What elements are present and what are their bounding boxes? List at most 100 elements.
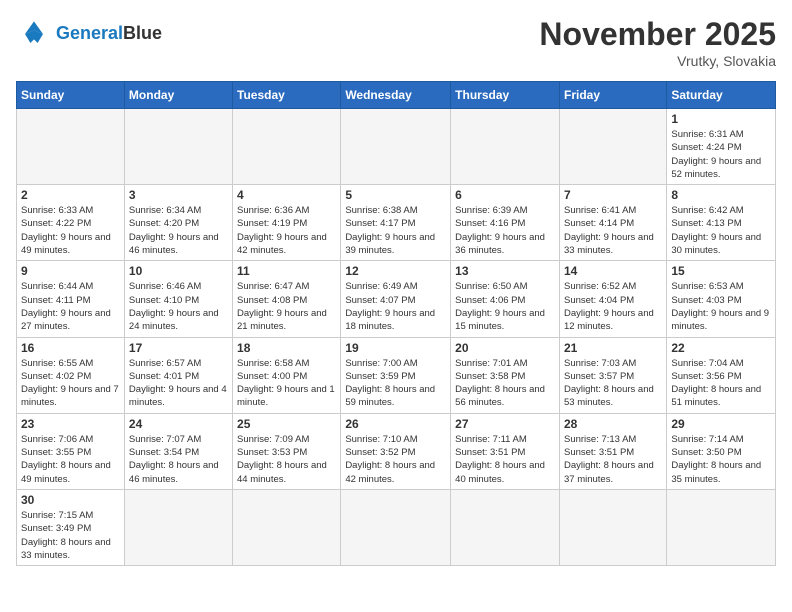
calendar-week-row: 16 Sunrise: 6:55 AM Sunset: 4:02 PM Dayli…: [17, 337, 776, 413]
day-number: 12: [345, 264, 446, 278]
day-info: Sunrise: 6:55 AM Sunset: 4:02 PM Dayligh…: [21, 357, 120, 410]
calendar-week-row: 2Sunrise: 6:33 AM Sunset: 4:22 PM Daylig…: [17, 185, 776, 261]
calendar-cell: 3 Sunrise: 6:34 AM Sunset: 4:20 PM Daylig…: [124, 185, 232, 261]
day-number: 18: [237, 341, 336, 355]
day-info: Sunrise: 7:00 AM Sunset: 3:59 PM Dayligh…: [345, 357, 446, 410]
calendar-cell: [233, 109, 341, 185]
calendar-cell: 1Sunrise: 6:31 AM Sunset: 4:24 PM Daylig…: [667, 109, 776, 185]
calendar-week-row: 30Sunrise: 7:15 AM Sunset: 3:49 PM Dayli…: [17, 489, 776, 565]
calendar-cell: 16 Sunrise: 6:55 AM Sunset: 4:02 PM Dayli…: [17, 337, 125, 413]
day-info: Sunrise: 6:47 AM Sunset: 4:08 PM Dayligh…: [237, 280, 336, 333]
day-info: Sunrise: 7:14 AM Sunset: 3:50 PM Dayligh…: [671, 433, 771, 486]
day-number: 28: [564, 417, 662, 431]
calendar-cell: 18 Sunrise: 6:58 AM Sunset: 4:00 PM Dayli…: [233, 337, 341, 413]
calendar-cell: 10 Sunrise: 6:46 AM Sunset: 4:10 PM Dayli…: [124, 261, 232, 337]
day-number: 16: [21, 341, 120, 355]
weekday-header-saturday: Saturday: [667, 82, 776, 109]
calendar-cell: [559, 109, 666, 185]
day-info: Sunrise: 7:11 AM Sunset: 3:51 PM Dayligh…: [455, 433, 555, 486]
calendar-cell: [124, 489, 232, 565]
day-info: Sunrise: 6:49 AM Sunset: 4:07 PM Dayligh…: [345, 280, 446, 333]
day-info: Sunrise: 7:15 AM Sunset: 3:49 PM Dayligh…: [21, 509, 120, 562]
day-number: 10: [129, 264, 228, 278]
calendar-cell: 13 Sunrise: 6:50 AM Sunset: 4:06 PM Dayli…: [451, 261, 560, 337]
day-info: Sunrise: 6:34 AM Sunset: 4:20 PM Dayligh…: [129, 204, 228, 257]
calendar-cell: 17 Sunrise: 6:57 AM Sunset: 4:01 PM Dayli…: [124, 337, 232, 413]
calendar-cell: [451, 109, 560, 185]
day-number: 3: [129, 188, 228, 202]
weekday-header-sunday: Sunday: [17, 82, 125, 109]
calendar-cell: 7 Sunrise: 6:41 AM Sunset: 4:14 PM Daylig…: [559, 185, 666, 261]
calendar-cell: 4 Sunrise: 6:36 AM Sunset: 4:19 PM Daylig…: [233, 185, 341, 261]
day-info: Sunrise: 6:50 AM Sunset: 4:06 PM Dayligh…: [455, 280, 555, 333]
calendar-cell: 2Sunrise: 6:33 AM Sunset: 4:22 PM Daylig…: [17, 185, 125, 261]
day-number: 4: [237, 188, 336, 202]
calendar-week-row: 9 Sunrise: 6:44 AM Sunset: 4:11 PM Daylig…: [17, 261, 776, 337]
calendar-cell: [341, 109, 451, 185]
calendar-cell: 15 Sunrise: 6:53 AM Sunset: 4:03 PM Dayli…: [667, 261, 776, 337]
calendar-cell: 28 Sunrise: 7:13 AM Sunset: 3:51 PM Dayli…: [559, 413, 666, 489]
logo-text: GeneralBlue: [56, 24, 162, 44]
location-subtitle: Vrutky, Slovakia: [539, 53, 776, 69]
calendar-cell: 12 Sunrise: 6:49 AM Sunset: 4:07 PM Dayli…: [341, 261, 451, 337]
calendar-cell: 19 Sunrise: 7:00 AM Sunset: 3:59 PM Dayli…: [341, 337, 451, 413]
day-info: Sunrise: 7:13 AM Sunset: 3:51 PM Dayligh…: [564, 433, 662, 486]
day-info: Sunrise: 6:36 AM Sunset: 4:19 PM Dayligh…: [237, 204, 336, 257]
day-number: 15: [671, 264, 771, 278]
day-info: Sunrise: 7:09 AM Sunset: 3:53 PM Dayligh…: [237, 433, 336, 486]
day-info: Sunrise: 6:44 AM Sunset: 4:11 PM Dayligh…: [21, 280, 120, 333]
weekday-header-monday: Monday: [124, 82, 232, 109]
day-number: 17: [129, 341, 228, 355]
day-number: 6: [455, 188, 555, 202]
calendar-table: SundayMondayTuesdayWednesdayThursdayFrid…: [16, 81, 776, 566]
page-header: GeneralBlue November 2025 Vrutky, Slovak…: [16, 16, 776, 69]
day-number: 20: [455, 341, 555, 355]
calendar-week-row: 23Sunrise: 7:06 AM Sunset: 3:55 PM Dayli…: [17, 413, 776, 489]
day-number: 5: [345, 188, 446, 202]
day-info: Sunrise: 6:41 AM Sunset: 4:14 PM Dayligh…: [564, 204, 662, 257]
calendar-cell: 5 Sunrise: 6:38 AM Sunset: 4:17 PM Daylig…: [341, 185, 451, 261]
calendar-cell: 23Sunrise: 7:06 AM Sunset: 3:55 PM Dayli…: [17, 413, 125, 489]
calendar-cell: 11 Sunrise: 6:47 AM Sunset: 4:08 PM Dayli…: [233, 261, 341, 337]
calendar-cell: [559, 489, 666, 565]
calendar-cell: 22Sunrise: 7:04 AM Sunset: 3:56 PM Dayli…: [667, 337, 776, 413]
logo-icon: [16, 16, 52, 52]
calendar-cell: 9 Sunrise: 6:44 AM Sunset: 4:11 PM Daylig…: [17, 261, 125, 337]
weekday-header-wednesday: Wednesday: [341, 82, 451, 109]
calendar-cell: [124, 109, 232, 185]
day-info: Sunrise: 6:38 AM Sunset: 4:17 PM Dayligh…: [345, 204, 446, 257]
logo: GeneralBlue: [16, 16, 162, 52]
day-info: Sunrise: 6:57 AM Sunset: 4:01 PM Dayligh…: [129, 357, 228, 410]
calendar-week-row: 1Sunrise: 6:31 AM Sunset: 4:24 PM Daylig…: [17, 109, 776, 185]
day-number: 23: [21, 417, 120, 431]
calendar-cell: 20Sunrise: 7:01 AM Sunset: 3:58 PM Dayli…: [451, 337, 560, 413]
calendar-cell: 21Sunrise: 7:03 AM Sunset: 3:57 PM Dayli…: [559, 337, 666, 413]
day-info: Sunrise: 6:58 AM Sunset: 4:00 PM Dayligh…: [237, 357, 336, 410]
day-number: 19: [345, 341, 446, 355]
day-info: Sunrise: 7:03 AM Sunset: 3:57 PM Dayligh…: [564, 357, 662, 410]
weekday-header-tuesday: Tuesday: [233, 82, 341, 109]
calendar-header-row: SundayMondayTuesdayWednesdayThursdayFrid…: [17, 82, 776, 109]
day-info: Sunrise: 6:53 AM Sunset: 4:03 PM Dayligh…: [671, 280, 771, 333]
day-number: 7: [564, 188, 662, 202]
day-number: 26: [345, 417, 446, 431]
day-number: 22: [671, 341, 771, 355]
day-number: 9: [21, 264, 120, 278]
day-number: 8: [671, 188, 771, 202]
calendar-cell: 8 Sunrise: 6:42 AM Sunset: 4:13 PM Daylig…: [667, 185, 776, 261]
day-number: 24: [129, 417, 228, 431]
calendar-cell: 27Sunrise: 7:11 AM Sunset: 3:51 PM Dayli…: [451, 413, 560, 489]
day-number: 13: [455, 264, 555, 278]
day-number: 25: [237, 417, 336, 431]
day-info: Sunrise: 6:42 AM Sunset: 4:13 PM Dayligh…: [671, 204, 771, 257]
day-info: Sunrise: 6:39 AM Sunset: 4:16 PM Dayligh…: [455, 204, 555, 257]
calendar-cell: 24Sunrise: 7:07 AM Sunset: 3:54 PM Dayli…: [124, 413, 232, 489]
day-info: Sunrise: 7:10 AM Sunset: 3:52 PM Dayligh…: [345, 433, 446, 486]
day-number: 11: [237, 264, 336, 278]
calendar-cell: [667, 489, 776, 565]
day-info: Sunrise: 6:46 AM Sunset: 4:10 PM Dayligh…: [129, 280, 228, 333]
calendar-cell: [233, 489, 341, 565]
day-number: 29: [671, 417, 771, 431]
weekday-header-thursday: Thursday: [451, 82, 560, 109]
calendar-cell: [451, 489, 560, 565]
